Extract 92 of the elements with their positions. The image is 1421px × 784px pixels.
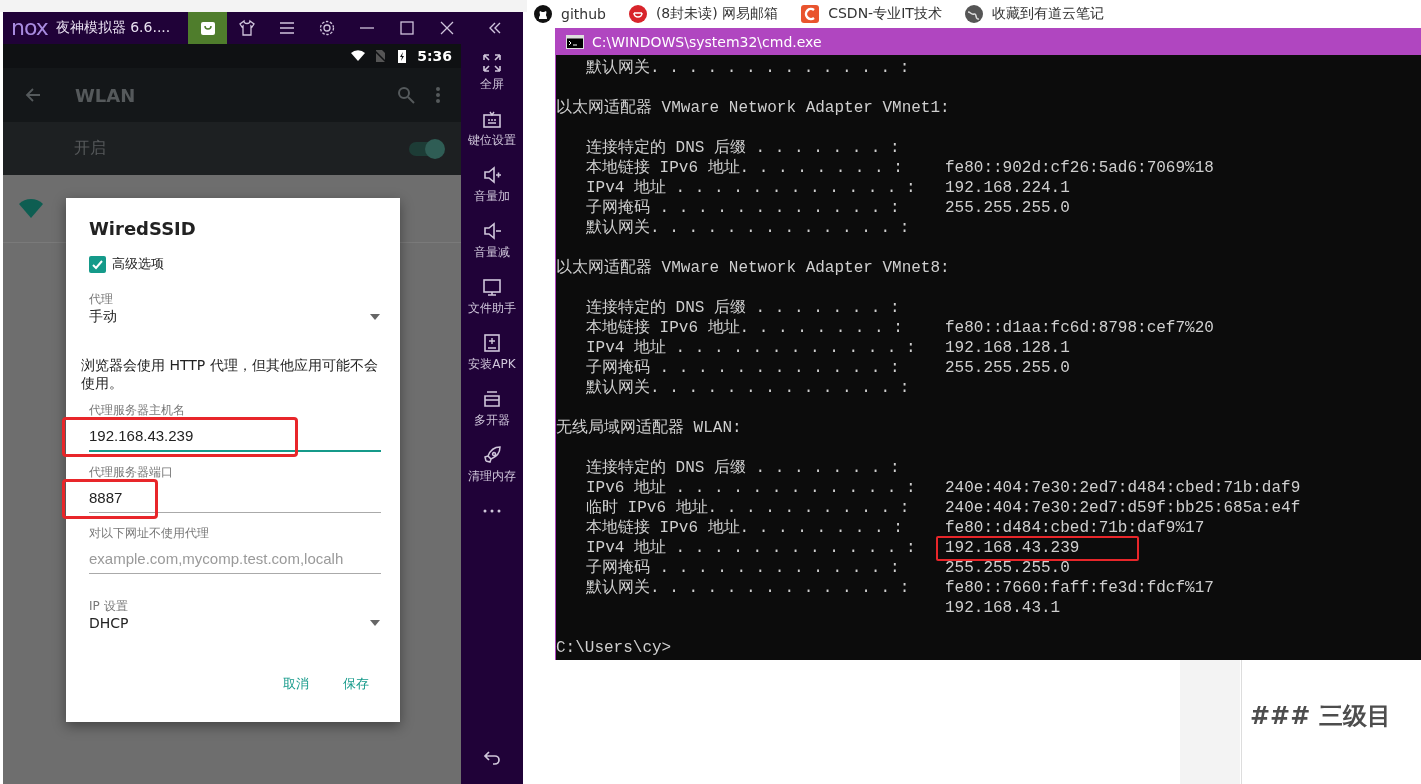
window-title: C:\WINDOWS\system32\cmd.exe (592, 33, 822, 50)
text-field[interactable]: example.com,mycomp.test.com,localh (89, 542, 381, 575)
terminal-value: 192.168.43.239 (945, 538, 1080, 558)
terminal-icon (566, 34, 584, 49)
terminal-label: IPv4 地址 . . . . . . . . . . . . : (585, 178, 917, 198)
command-prompt: C:\Users\cy> (556, 638, 672, 658)
sidebar-button[interactable]: 音量减 (474, 220, 510, 276)
terminal-label: IPv6 地址 . . . . . . . . . . . . : (585, 478, 917, 498)
terminal-value: 255.255.255.0 (945, 358, 1070, 378)
bookmark-link[interactable]: (8封未读) 网易邮箱 (627, 4, 779, 24)
field-label: 代理服务器端口 (89, 464, 174, 482)
fullscreen-icon (481, 52, 503, 74)
sidebar-button[interactable]: 键位设置 (468, 108, 516, 164)
monitor-icon (481, 276, 503, 298)
rocket-icon (481, 444, 503, 466)
toggle-label: 开启 (74, 138, 107, 159)
sidebar-button[interactable]: 全屏 (480, 52, 504, 108)
field-label: 对以下网址不使用代理 (89, 525, 210, 543)
bag-icon (198, 19, 217, 37)
terminal-label: 默认网关. . . . . . . . . . . . . : (585, 578, 911, 598)
bookmark-link[interactable]: CSDN-专业IT技术 (800, 4, 942, 24)
search-icon[interactable] (397, 86, 415, 104)
terminal-label: 临时 IPv6 地址. . . . . . . . . . : (585, 498, 911, 518)
sidebar-button[interactable]: 安装APK (468, 332, 516, 388)
globe-icon (963, 4, 984, 24)
field-label: 代理服务器主机名 (89, 402, 186, 420)
terminal-value: fe80::7660:faff:fe3d:fdcf%17 (945, 578, 1214, 598)
apk-icon (481, 332, 503, 354)
wifi-icon (19, 198, 43, 219)
terminal-label: 连接特定的 DNS 后缀 . . . . . . . : (585, 298, 901, 318)
terminal-label: 连接特定的 DNS 后缀 . . . . . . . : (585, 458, 901, 478)
dropdown-label: 代理 (89, 291, 114, 308)
caret-icon (370, 620, 380, 627)
wlan-switch[interactable] (409, 141, 443, 156)
terminal-label: 默认网关. . . . . . . . . . . . . : (585, 218, 911, 238)
adapter-heading: 以太网适配器 VMware Network Adapter VMnet1: (556, 98, 950, 118)
sidebar-button[interactable]: 多开器 (474, 388, 510, 444)
adapter-heading: 无线局域网适配器 WLAN: (556, 418, 742, 438)
store-button[interactable] (188, 12, 227, 44)
text-field[interactable]: 8887 (89, 481, 381, 514)
terminal-label: 连接特定的 DNS 后缀 . . . . . . . : (585, 138, 901, 158)
dropdown[interactable]: 手动 (89, 308, 381, 326)
app-logo: nox (10, 17, 49, 39)
back-arrow-icon[interactable] (25, 87, 41, 103)
terminal-value: fe80::d1aa:fc6d:8798:cef7%20 (945, 318, 1214, 338)
checkbox-label: 高级选项 (112, 255, 164, 273)
screen-title: WLAN (75, 84, 137, 106)
terminal-value: fe80::902d:cf26:5ad6:7069%18 (945, 158, 1214, 178)
terminal-label: IPv4 地址 . . . . . . . . . . . . : (585, 538, 917, 558)
github-icon (533, 4, 553, 24)
terminal-label: 本地链接 IPv6 地址. . . . . . . . : (585, 518, 904, 538)
proxy-note: 浏览器会使用 HTTP 代理，但其他应用可能不会使用。 (81, 356, 379, 393)
text-field[interactable]: 192.168.43.239 (89, 419, 381, 453)
terminal-value: 240e:404:7e30:2ed7:d484:cbed:71b:daf9 (945, 478, 1301, 498)
dialog-button[interactable]: 保存 (341, 671, 371, 698)
wifi-signal-icon (351, 49, 366, 63)
window-title: 夜神模拟器 6.6.... (55, 19, 172, 37)
terminal-label: 子网掩码 . . . . . . . . . . . . : (585, 558, 901, 578)
stack-icon (481, 388, 503, 410)
speaker-plus-icon (481, 164, 503, 186)
terminal-value: 192.168.128.1 (945, 338, 1070, 358)
dialog-button[interactable]: 取消 (281, 671, 311, 698)
checkbox[interactable] (89, 255, 106, 273)
bookmark-link[interactable]: github (533, 4, 606, 24)
bookmark-link[interactable]: 收藏到有道云笔记 (963, 4, 1104, 24)
terminal-value: 192.168.224.1 (945, 178, 1070, 198)
sidebar-button[interactable]: 文件助手 (468, 276, 516, 332)
terminal-value: 240e:404:7e30:2ed7:d59f:bb25:685a:e4f (945, 498, 1301, 518)
mail-icon (627, 4, 648, 24)
speaker-minus-icon (481, 220, 503, 242)
sidebar-button[interactable]: 音量加 (474, 164, 510, 220)
no-sim-icon (373, 49, 388, 63)
terminal-label: 本地链接 IPv6 地址. . . . . . . . : (585, 318, 904, 338)
terminal-label: 子网掩码 . . . . . . . . . . . . : (585, 358, 901, 378)
sidebar-button[interactable]: 清理内存 (468, 444, 516, 500)
terminal-value: 192.168.43.1 (945, 598, 1061, 618)
dialog-title: WiredSSID (89, 218, 197, 239)
terminal-label: 默认网关. . . . . . . . . . . . . : (585, 378, 911, 398)
terminal-label: 子网掩码 . . . . . . . . . . . . : (585, 198, 901, 218)
section-heading: ### 三级目 (1250, 701, 1391, 732)
csdn-icon (800, 4, 821, 24)
terminal-value: 255.255.255.0 (945, 558, 1070, 578)
dropdown-label: IP 设置 (89, 598, 129, 616)
terminal-value: 255.255.255.0 (945, 198, 1070, 218)
dropdown[interactable]: DHCP (89, 615, 381, 632)
clock: 5:36 (417, 48, 452, 64)
terminal-label: 本地链接 IPv6 地址. . . . . . . . : (585, 158, 904, 178)
adapter-heading: 以太网适配器 VMware Network Adapter VMnet8: (556, 258, 950, 278)
terminal-label: IPv4 地址 . . . . . . . . . . . . : (585, 338, 917, 358)
terminal-label: 默认网关. . . . . . . . . . . . . : (585, 58, 911, 78)
caret-icon (370, 314, 380, 320)
terminal-value: fe80::d484:cbed:71b:daf9%17 (945, 518, 1205, 538)
